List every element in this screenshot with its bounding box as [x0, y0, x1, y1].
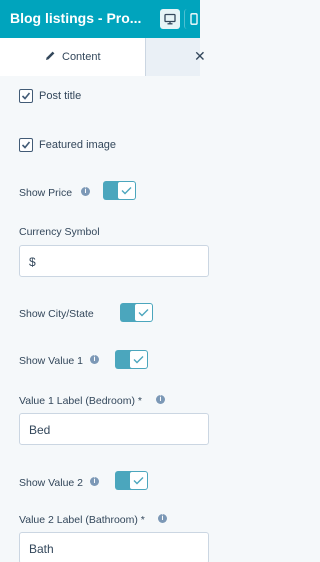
currency-symbol-value: $ [29, 255, 36, 269]
toggle-knob [135, 304, 152, 321]
show-price-toggle[interactable] [103, 181, 136, 200]
featured-image-checkbox[interactable] [19, 138, 33, 152]
show-city-state-toggle[interactable] [120, 303, 153, 322]
desktop-view-button[interactable] [160, 9, 180, 29]
info-icon[interactable]: i [81, 187, 90, 196]
show-value-2-toggle[interactable] [115, 471, 148, 490]
tab-content[interactable]: Content [0, 38, 146, 76]
toggle-knob [130, 472, 147, 489]
mobile-view-button[interactable] [184, 9, 200, 29]
check-icon [121, 187, 132, 195]
value-1-label-value: Bed [29, 423, 51, 437]
show-value-1-toggle[interactable] [115, 350, 148, 369]
content-panel: Post title Featured image Show Price i C… [0, 77, 209, 562]
editor-header: Blog listings - Pro... [0, 0, 200, 38]
value-1-label-title: Value 1 Label (Bedroom) * [19, 395, 142, 407]
tab-close[interactable]: ✕ [146, 38, 206, 76]
check-icon [133, 356, 144, 364]
check-icon [21, 92, 31, 100]
show-price-label: Show Price [19, 187, 73, 199]
pencil-icon [46, 51, 55, 60]
show-city-state-label: Show City/State [19, 308, 94, 320]
value-1-label-input[interactable]: Bed [19, 413, 209, 445]
show-value-2-label: Show Value 2 [19, 477, 84, 489]
info-icon[interactable]: i [156, 395, 165, 404]
desktop-icon [164, 13, 176, 25]
tab-content-label: Content [62, 51, 101, 63]
featured-image-label: Featured image [39, 139, 117, 151]
value-2-label-title: Value 2 Label (Bathroom) * [19, 514, 145, 526]
check-icon [133, 477, 144, 485]
info-icon[interactable]: i [90, 477, 99, 486]
value-2-label-value: Bath [29, 542, 54, 556]
module-title: Blog listings - Pro... [10, 10, 142, 26]
show-value-1-label: Show Value 1 [19, 355, 84, 367]
currency-symbol-label: Currency Symbol [19, 226, 100, 238]
tab-bar: Content ✕ [0, 38, 206, 76]
check-icon [21, 141, 31, 149]
currency-symbol-input[interactable]: $ [19, 245, 209, 277]
value-2-label-input[interactable]: Bath [19, 532, 209, 562]
mobile-icon [190, 13, 198, 25]
toggle-knob [118, 182, 135, 199]
info-icon[interactable]: i [158, 514, 167, 523]
info-icon[interactable]: i [90, 355, 99, 364]
toggle-knob [130, 351, 147, 368]
post-title-label: Post title [39, 90, 82, 102]
check-icon [138, 309, 149, 317]
post-title-checkbox[interactable] [19, 89, 33, 103]
close-icon: ✕ [194, 48, 206, 64]
